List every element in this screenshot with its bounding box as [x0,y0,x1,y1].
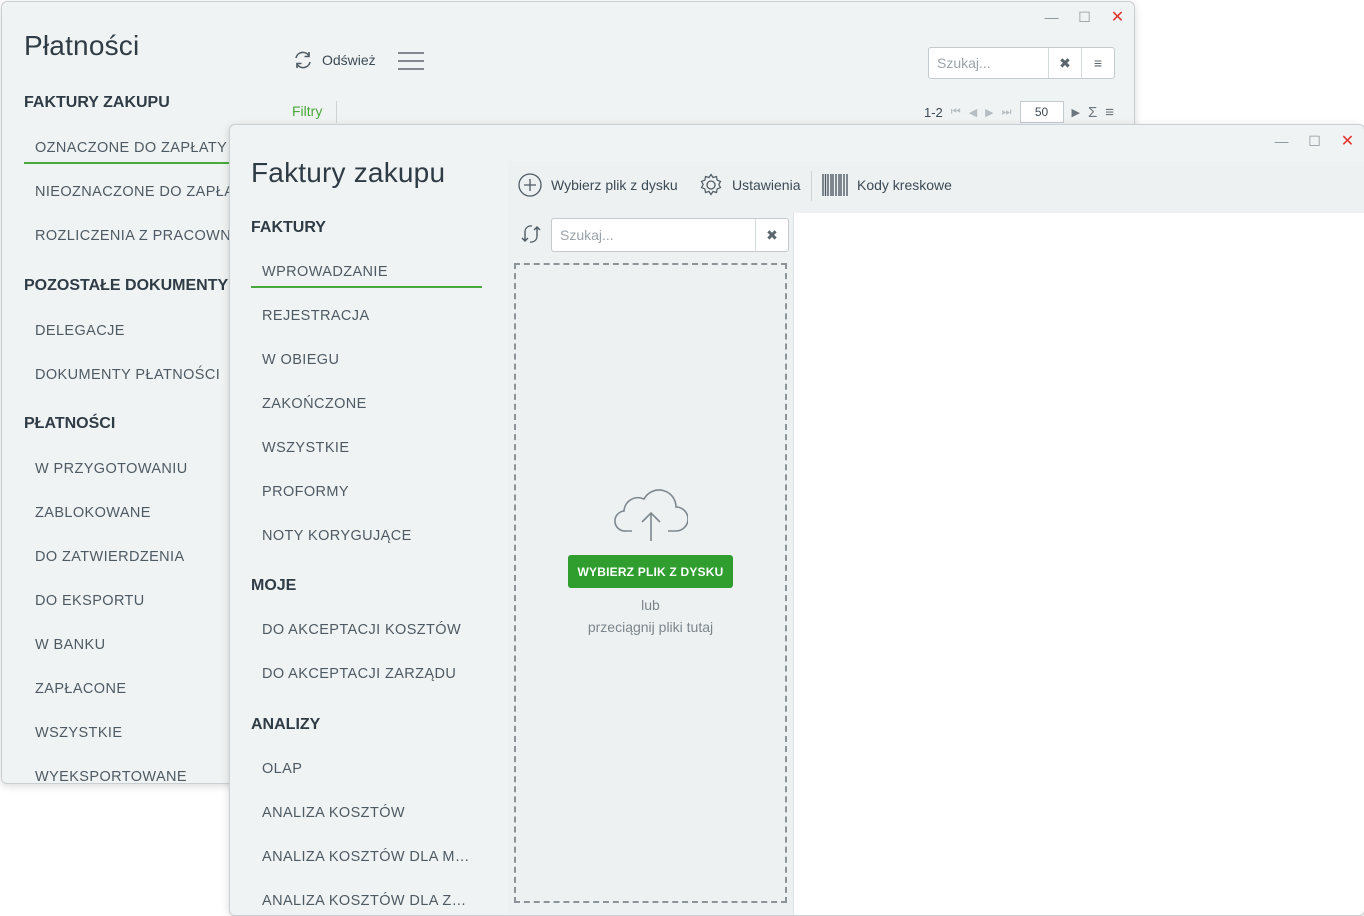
or-text: lub [641,597,660,613]
close-icon[interactable]: ✕ [1331,128,1364,154]
section-pozostale: POZOSTAŁE DOKUMENTY [24,277,229,294]
page-title: Faktury zakupu [251,157,446,188]
maximize-icon[interactable]: ☐ [1298,128,1331,154]
next-icon[interactable]: ▶ [1072,106,1080,119]
preview-panel [793,213,1364,915]
close-icon[interactable]: ✕ [1101,4,1134,30]
section-platnosci: PŁATNOŚCI [24,415,116,432]
pager-range: 1-2 [924,104,943,120]
purchase-invoices-window: — ☐ ✕ Faktury zakupu Wybierz plik z dysk… [229,124,1364,916]
toolbar: Wybierz plik z dysku Ustawienia Kody kre… [508,161,1364,213]
search-box: Szukaj... ✖ [551,218,789,252]
page-title: Płatności [24,30,140,61]
divider [811,171,812,201]
search-box: Szukaj... ✖ ≡ [928,47,1115,79]
drag-files-hint: przeciągnij pliki tutaj [587,619,714,635]
barcode-icon [822,174,848,196]
refresh-label: Odśwież [322,52,376,68]
nav-item-nieoznaczone[interactable]: NIEOZNACZONE DO ZAPŁA [24,184,234,200]
columns-menu-icon[interactable]: ≡ [1105,104,1114,121]
maximize-icon[interactable]: ☐ [1068,4,1101,30]
filters-link[interactable]: Filtry [292,103,322,119]
refresh-button[interactable]: Odśwież [292,49,376,71]
nav-item-akceptacja-zarzadu[interactable]: DO AKCEPTACJI ZARZĄDU [251,666,456,682]
nav-item-rejestracja[interactable]: REJESTRACJA [251,308,370,324]
nav-item-zakonczone[interactable]: ZAKOŃCZONE [251,396,367,412]
nav-item-wszystkie[interactable]: WSZYSTKIE [24,725,122,741]
nav-item-do-eksportu[interactable]: DO EKSPORTU [24,593,145,609]
sum-icon[interactable]: Σ [1088,104,1097,121]
choose-file-button[interactable]: Wybierz plik z dysku [518,173,678,197]
choose-file-from-disk-button[interactable]: WYBIERZ PLIK Z DYSKU [568,555,733,588]
nav-item-noty-korygujace[interactable]: NOTY KORYGUJĄCE [251,528,412,544]
nav-item-analiza-kosztow-m[interactable]: ANALIZA KOSZTÓW DLA M… [251,849,470,865]
nav-item-zablokowane[interactable]: ZABLOKOWANE [24,505,151,521]
sync-icon[interactable] [520,223,542,250]
section-faktury: FAKTURY [251,219,326,236]
section-moje: MOJE [251,577,297,594]
settings-button[interactable]: Ustawienia [699,173,800,197]
pager: 1-2 ⏮ ◀ ▶ ⏭ 50 ▶ Σ ≡ [924,101,1114,123]
nav-item-w-banku[interactable]: W BANKU [24,637,105,653]
first-page-icon[interactable]: ⏮ [951,106,961,119]
nav-item-oznaczone[interactable]: OZNACZONE DO ZAPŁATY [24,140,230,164]
nav-item-wyeksportowane[interactable]: WYEKSPORTOWANE [24,769,187,783]
last-page-icon[interactable]: ⏭ [1002,106,1012,119]
nav-item-w-przygotowaniu[interactable]: W PRZYGOTOWANIU [24,461,188,477]
nav-item-proformy[interactable]: PROFORMY [251,484,349,500]
minimize-icon[interactable]: — [1035,4,1068,30]
nav-item-w-obiegu[interactable]: W OBIEGU [251,352,339,368]
cloud-upload-icon [614,485,689,548]
plus-circle-icon [518,173,542,197]
gear-icon [700,173,722,196]
clear-search-icon[interactable]: ✖ [755,219,788,251]
settings-label: Ustawienia [732,177,801,193]
nav-item-wszystkie[interactable]: WSZYSTKIE [251,440,349,456]
hamburger-menu-icon[interactable] [398,52,424,75]
nav-item-rozliczenia[interactable]: ROZLICZENIA Z PRACOWNI [24,228,236,244]
next-page-icon[interactable]: ▶ [985,106,993,119]
divider [336,101,337,123]
menu-icon[interactable]: ≡ [1081,48,1114,78]
section-analizy: ANALIZY [251,716,321,733]
nav-item-akceptacja-kosztow[interactable]: DO AKCEPTACJI KOSZTÓW [251,622,461,638]
window-controls: — ☐ ✕ [1035,4,1134,30]
nav-item-analiza-kosztow[interactable]: ANALIZA KOSZTÓW [251,805,405,821]
prev-page-icon[interactable]: ◀ [969,106,977,119]
barcodes-label: Kody kreskowe [857,177,952,193]
section-faktury-zakupu: FAKTURY ZAKUPU [24,94,170,111]
choose-file-label: Wybierz plik z dysku [551,177,678,193]
search-input[interactable]: Szukaj... [552,219,755,251]
nav-item-wprowadzanie[interactable]: WPROWADZANIE [251,264,482,288]
search-input[interactable]: Szukaj... [929,48,1048,78]
nav-item-zaplacone[interactable]: ZAPŁACONE [24,681,126,697]
window-controls: — ☐ ✕ [1265,128,1364,154]
clear-search-icon[interactable]: ✖ [1048,48,1081,78]
nav-item-olap[interactable]: OLAP [251,761,302,777]
page-size-input[interactable]: 50 [1019,101,1064,123]
refresh-icon [295,51,311,69]
barcodes-button[interactable]: Kody kreskowe [822,174,952,196]
nav-item-dokumenty-platnosci[interactable]: DOKUMENTY PŁATNOŚCI [24,367,220,383]
nav-item-analiza-kosztow-z[interactable]: ANALIZA KOSZTÓW DLA Z… [251,893,467,909]
nav-item-do-zatwierdzenia[interactable]: DO ZATWIERDZENIA [24,549,185,565]
nav-item-delegacje[interactable]: DELEGACJE [24,323,125,339]
minimize-icon[interactable]: — [1265,128,1298,154]
